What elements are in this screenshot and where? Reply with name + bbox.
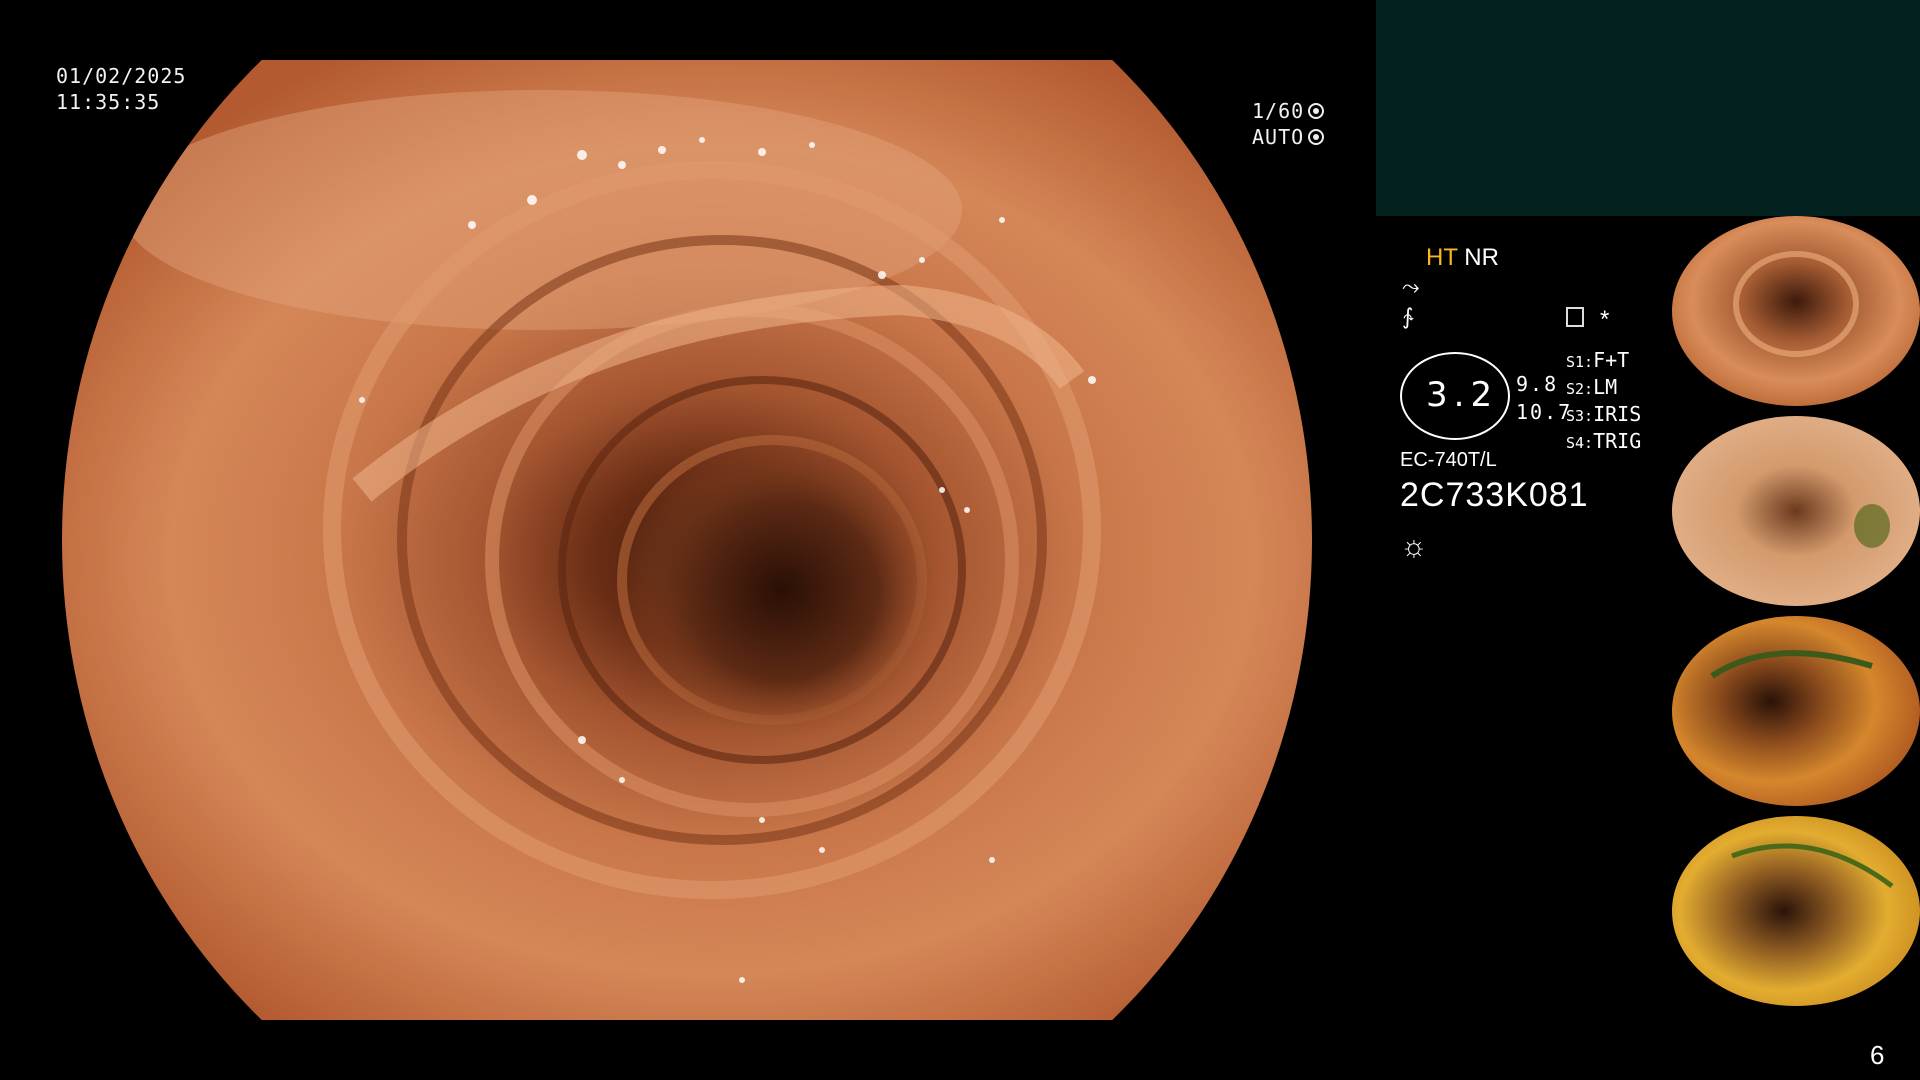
ht-mode-text: HT	[1426, 244, 1458, 271]
shutter-speed-text: 1/60	[1252, 99, 1305, 123]
exposure-overlay: 1/60 AUTO	[1252, 98, 1325, 150]
side-values: 9.8 10.7	[1516, 370, 1572, 426]
nr-mode-text: NR	[1464, 244, 1499, 271]
mode-indicator: HT NR	[1426, 244, 1499, 272]
thumbnail-1[interactable]	[1672, 216, 1920, 406]
thumbnail-3[interactable]	[1672, 616, 1920, 806]
thumbnail-4[interactable]	[1672, 816, 1920, 1006]
date-text: 01/02/2025	[56, 64, 187, 88]
memo-icon	[1566, 307, 1584, 327]
scope-model: EC-740T/L	[1400, 449, 1497, 471]
time-text: 11:35:35	[56, 90, 161, 114]
scope-serial: 2C733K081	[1400, 476, 1589, 514]
side-value-2: 10.7	[1516, 400, 1573, 424]
switch-row: S4:TRIG	[1566, 429, 1642, 453]
switch-row: S2:LM	[1566, 375, 1618, 399]
exposure-mode-text: AUTO	[1252, 125, 1305, 149]
switch-settings: S1:F+T S2:LM S3:IRIS S4:TRIG	[1566, 348, 1641, 456]
iris-icon	[1308, 129, 1325, 145]
camera-gear-icon	[1308, 103, 1325, 119]
side-value-1: 9.8	[1516, 372, 1559, 396]
secondary-display-area	[1376, 0, 1920, 216]
exposure-row: AUTO	[1252, 124, 1325, 150]
signal-icon: ∱	[1402, 304, 1414, 329]
magnification-value: 3.2	[1426, 375, 1499, 415]
asterisk-mark: *	[1600, 306, 1610, 333]
switch-row: S1:F+T	[1566, 348, 1630, 372]
switch-row: S3:IRIS	[1566, 402, 1642, 426]
main-endoscope-view	[62, 60, 1312, 1020]
thumbnail-2[interactable]	[1672, 416, 1920, 606]
shutter-row: 1/60	[1252, 98, 1325, 124]
page-number: 6	[1870, 1040, 1885, 1070]
flex-icon: ⤳	[1402, 274, 1420, 299]
datetime-overlay: 01/02/2025 11:35:35	[56, 63, 186, 115]
brightness-sun-icon: ☼	[1400, 530, 1428, 563]
